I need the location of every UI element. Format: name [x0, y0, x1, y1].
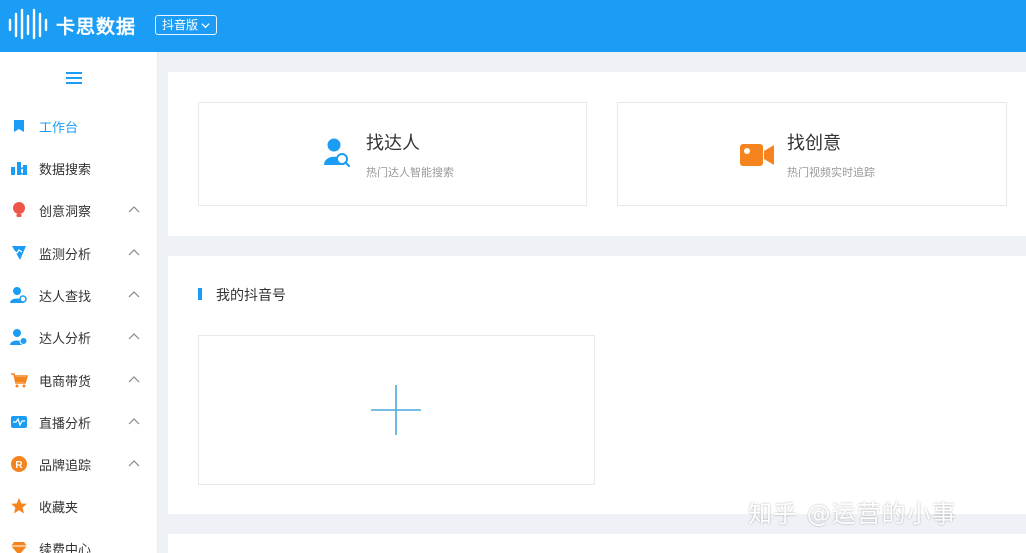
- chevron-up-icon[interactable]: [128, 375, 140, 385]
- chevron-up-icon[interactable]: [128, 417, 140, 427]
- card-title: 找创意: [787, 133, 841, 154]
- sidebar-item-label: 工作台: [39, 120, 79, 136]
- sidebar-item-monitor-analysis[interactable]: 监测分析: [0, 235, 157, 271]
- sidebar-item-workbench[interactable]: 工作台: [0, 108, 157, 144]
- section-title: 我的抖音号: [216, 288, 286, 304]
- sidebar-item-live-analysis[interactable]: 直播分析: [0, 404, 157, 440]
- sidebar-item-label: 数据搜索: [39, 162, 92, 178]
- sidebar-item-label: 收藏夹: [39, 500, 79, 516]
- diamond-icon: [11, 542, 27, 553]
- bulb-icon: [13, 202, 25, 217]
- star-icon: [11, 498, 27, 514]
- sidebar-item-label: 电商带货: [39, 374, 92, 390]
- chevron-up-icon[interactable]: [128, 459, 140, 469]
- sidebar-item-data-search[interactable]: 数据搜索: [0, 150, 157, 186]
- card-title: 找达人: [366, 133, 420, 154]
- chevron-down-icon: [201, 22, 210, 28]
- chevron-up-icon[interactable]: [128, 332, 140, 342]
- live-icon: [11, 416, 27, 428]
- bottom-panel: [168, 534, 1026, 553]
- brand-name: 卡思数据: [56, 16, 137, 38]
- sidebar-item-label: 监测分析: [39, 247, 92, 263]
- sidebar-item-talent-analysis[interactable]: 达人分析: [0, 319, 157, 355]
- edition-label: 抖音版: [162, 18, 199, 32]
- sidebar-item-creative-insight[interactable]: 创意洞察: [0, 192, 157, 228]
- watermark: 知乎 @运营的小事: [748, 500, 957, 528]
- video-camera-icon: [740, 144, 774, 166]
- sidebar-item-label: 续费中心: [39, 542, 92, 553]
- plus-icon[interactable]: [370, 384, 422, 436]
- brand-icon: R: [11, 456, 27, 472]
- sidebar-item-talent-search[interactable]: 达人查找: [0, 277, 157, 313]
- sidebar-item-renewal[interactable]: 续费中心: [0, 530, 157, 553]
- chevron-up-icon[interactable]: [128, 248, 140, 258]
- svg-text:R: R: [15, 460, 23, 471]
- hamburger-menu-icon[interactable]: [66, 72, 82, 86]
- user-search-icon: [324, 138, 350, 168]
- sidebar-item-label: 品牌追踪: [39, 458, 92, 474]
- find-idea-card[interactable]: 找创意 热门视频实时追踪: [617, 102, 1007, 206]
- sidebar-item-label: 达人查找: [39, 289, 92, 305]
- logo-icon: [8, 8, 48, 40]
- cart-icon: [11, 373, 28, 388]
- bar-chart-icon: [11, 162, 27, 175]
- sidebar-item-label: 创意洞察: [39, 204, 92, 220]
- sidebar-item-favorites[interactable]: 收藏夹: [0, 488, 157, 524]
- top-bar: 卡思数据 抖音版: [0, 0, 1026, 52]
- user-check-icon: [10, 329, 28, 345]
- chevron-up-icon[interactable]: [128, 290, 140, 300]
- user-search-icon: [10, 287, 27, 303]
- find-talent-card[interactable]: 找达人 热门达人智能搜索: [198, 102, 587, 206]
- sidebar-item-brand-tracking[interactable]: R 品牌追踪: [0, 446, 157, 482]
- sidebar-item-label: 达人分析: [39, 331, 92, 347]
- edition-dropdown[interactable]: 抖音版: [155, 15, 218, 35]
- monitor-icon: [12, 246, 26, 260]
- section-marker: [198, 288, 202, 300]
- card-subtitle: 热门达人智能搜索: [366, 166, 454, 179]
- card-subtitle: 热门视频实时追踪: [787, 166, 875, 179]
- chevron-up-icon[interactable]: [128, 205, 140, 215]
- sidebar-item-ecommerce[interactable]: 电商带货: [0, 362, 157, 398]
- sidebar-item-label: 直播分析: [39, 416, 92, 432]
- bookmark-icon: [14, 120, 24, 132]
